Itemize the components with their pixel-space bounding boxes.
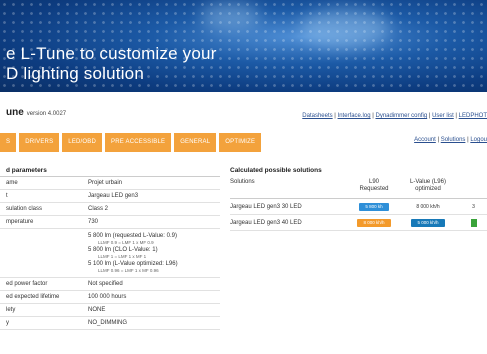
param-key: t: [6, 193, 8, 199]
flux-line: 5 100 lm (L-Value optimized: L96): [88, 261, 178, 267]
col-optimized: L-Value (L96) optimized: [396, 177, 460, 198]
param-value: 100 000 hours: [88, 294, 127, 300]
banner-light-glow: [300, 8, 390, 48]
param-key: ed power factor: [6, 281, 48, 287]
link-ledphot[interactable]: LEDPHOT: [459, 113, 487, 119]
banner-title: e L-Tune to customize your D lighting so…: [6, 44, 217, 84]
tab-led-obd[interactable]: LED/OBD: [62, 133, 103, 152]
solution-name[interactable]: Jargeau LED gen3 40 LED: [230, 220, 352, 226]
app-title: une version 4.0027: [6, 107, 66, 118]
link-solutions[interactable]: Solutions: [441, 137, 466, 143]
header-banner: e L-Tune to customize your D lighting so…: [0, 0, 487, 92]
status-indicator-green: [470, 218, 477, 227]
link-datasheets[interactable]: Datasheets: [302, 113, 332, 119]
param-row: ed power factor Not specified: [0, 278, 220, 291]
last-value: 3: [472, 203, 475, 210]
param-value: Projet urbain: [88, 180, 123, 186]
col-requested-l1: L90: [368, 179, 379, 185]
main-nav: S DRIVERS LED/OBD PRE ACCESSIBLE GENERAL…: [0, 133, 262, 152]
solutions-panel: Calculated possible solutions Solutions …: [230, 165, 487, 231]
parameters-panel: d parameters ame Projet urbain t Jargeau…: [0, 165, 220, 330]
param-key: ed expected lifetime: [6, 294, 60, 300]
tab-pre-accessible[interactable]: PRE ACCESSIBLE: [105, 133, 172, 152]
parameters-heading: d parameters: [0, 165, 220, 177]
banner-light-glow-2: [200, 2, 260, 30]
param-row: y NO_DIMMING: [0, 317, 220, 330]
param-value: NO_DIMMING: [88, 320, 127, 326]
banner-title-line2: D lighting solution: [6, 64, 144, 83]
param-row: ed expected lifetime 100 000 hours: [0, 291, 220, 304]
optimized-badge[interactable]: 5 000 kh/h: [411, 218, 445, 227]
account-links: Account | Solutions | Logou: [414, 137, 487, 143]
param-value: Class 2: [88, 206, 109, 212]
col-optimized-l2: optimized: [415, 186, 441, 192]
param-key: mperature: [6, 219, 34, 225]
param-key: y: [6, 320, 9, 326]
tab-drivers[interactable]: DRIVERS: [19, 133, 60, 152]
tab-general[interactable]: GENERAL: [174, 133, 217, 152]
param-key: [0, 229, 86, 277]
tab-optimize[interactable]: OPTIMIZE: [219, 133, 262, 152]
flux-line: 5 800 lm (requested L-Value: 0.9): [88, 233, 177, 239]
optimized-value: 8 000 kh/h: [416, 203, 440, 210]
link-interface-log[interactable]: Interface.log: [338, 113, 371, 119]
requested-badge[interactable]: 5 800 kh: [359, 202, 389, 211]
param-row: ame Projet urbain: [0, 177, 220, 190]
flux-line: 5 800 lm (CLO L-Value: 1): [88, 247, 158, 253]
requested-badge[interactable]: 8 000 kh/h: [357, 218, 391, 227]
param-row: mperature 730: [0, 216, 220, 229]
top-links: Datasheets | Interface.log | Dynadimmer …: [302, 113, 487, 119]
param-key: lety: [6, 307, 16, 313]
param-row: sulation class Class 2: [0, 203, 220, 216]
app-name: une: [6, 107, 24, 118]
param-row: t Jargeau LED gen3: [0, 190, 220, 203]
param-value: Not specified: [88, 281, 123, 287]
app-version: version 4.0027: [26, 111, 67, 117]
solution-row[interactable]: Jargeau LED gen3 30 LED 5 800 kh 8 000 k…: [230, 199, 487, 215]
banner-title-line1: e L-Tune to customize your: [6, 44, 217, 63]
param-row-flux: 5 800 lm (requested L-Value: 0.9) LLMF 0…: [0, 229, 220, 278]
link-logout[interactable]: Logou: [470, 137, 487, 143]
param-key: sulation class: [6, 206, 43, 212]
link-account[interactable]: Account: [414, 137, 436, 143]
param-value: NONE: [88, 307, 106, 313]
flux-subline: LLMF 0.96 = LMF 1 x MF 0.96: [98, 268, 159, 273]
param-value: Jargeau LED gen3: [88, 193, 139, 199]
link-user-list[interactable]: User list: [432, 113, 454, 119]
solution-row[interactable]: Jargeau LED gen3 40 LED 8 000 kh/h 5 000…: [230, 215, 487, 231]
param-value: 730: [88, 219, 99, 225]
solution-name[interactable]: Jargeau LED gen3 30 LED: [230, 204, 352, 210]
col-last: [460, 177, 487, 198]
col-requested: L90 Requested: [352, 177, 396, 198]
solutions-heading: Calculated possible solutions: [230, 167, 322, 174]
tab-s[interactable]: S: [0, 133, 17, 152]
param-value-flux: 5 800 lm (requested L-Value: 0.9) LLMF 0…: [86, 229, 220, 277]
solutions-table-header: Solutions L90 Requested L-Value (L96) op…: [230, 177, 487, 199]
param-row: lety NONE: [0, 304, 220, 317]
col-solutions: Solutions: [230, 179, 255, 185]
col-optimized-l1: L-Value (L96): [410, 179, 446, 185]
link-dynadimmer-config[interactable]: Dynadimmer config: [375, 113, 427, 119]
param-key: ame: [6, 180, 18, 186]
col-requested-l2: Requested: [359, 186, 389, 192]
